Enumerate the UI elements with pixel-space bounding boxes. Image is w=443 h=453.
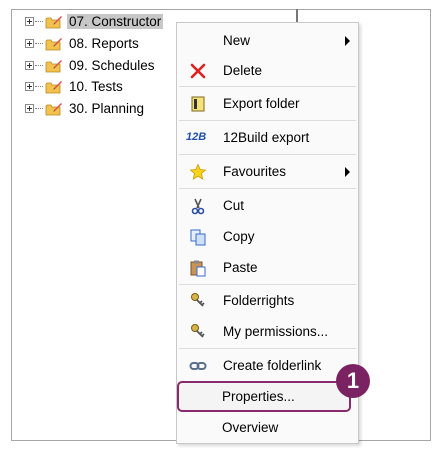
expand-icon[interactable] xyxy=(25,39,34,48)
tree-connector xyxy=(35,21,43,22)
menu-item-label: My permissions... xyxy=(223,324,329,339)
menu-separator xyxy=(179,120,356,121)
folder-with-pencil-icon xyxy=(45,60,62,73)
menu-item-cut[interactable]: Cut xyxy=(177,190,358,222)
tree-item-label: 08. Reports xyxy=(69,36,139,51)
expand-icon[interactable] xyxy=(25,17,34,26)
tree-connector xyxy=(35,65,43,66)
menu-item-label: Folderrights xyxy=(223,293,295,308)
menu-item-label: Paste xyxy=(223,260,258,275)
menu-item-paste[interactable]: Paste xyxy=(177,252,358,284)
tree-item-label: 07. Constructor xyxy=(67,14,164,29)
paste-icon xyxy=(190,260,206,277)
menu-item-export-folder[interactable]: Export folder xyxy=(177,88,358,120)
menu-item-new[interactable]: New xyxy=(177,25,358,57)
menu-item-label: Export folder xyxy=(223,96,300,111)
submenu-arrow-icon xyxy=(345,36,350,46)
menu-item-copy[interactable]: Copy xyxy=(177,221,358,253)
menu-separator xyxy=(179,348,356,349)
red-x-icon xyxy=(190,63,206,79)
tree-item-label: 30. Planning xyxy=(69,101,145,116)
menu-separator xyxy=(179,188,356,189)
menu-item-favourites[interactable]: Favourites xyxy=(177,156,358,188)
menu-item-my-permissions[interactable]: My permissions... xyxy=(177,316,358,348)
12build-logo-icon: 12B xyxy=(186,131,207,143)
menu-item-label: New xyxy=(223,33,251,48)
menu-item-label: Delete xyxy=(223,63,263,78)
menu-item-label: Create folderlink xyxy=(223,358,322,373)
link-icon xyxy=(189,362,207,370)
menu-item-delete[interactable]: Delete xyxy=(177,55,358,87)
menu-item-label: Overview xyxy=(222,420,279,435)
folder-with-pencil-icon xyxy=(45,81,62,94)
scrollbar-edge[interactable] xyxy=(296,9,298,23)
copy-icon xyxy=(190,229,206,246)
expand-icon[interactable] xyxy=(25,61,34,70)
menu-separator xyxy=(179,154,356,155)
menu-item-overview[interactable]: Overview xyxy=(176,412,357,444)
menu-item-label: Cut xyxy=(223,198,245,213)
folder-with-pencil-icon xyxy=(45,38,62,51)
star-icon xyxy=(189,163,207,180)
menu-item-folderrights[interactable]: Folderrights xyxy=(177,285,358,317)
keys-icon xyxy=(191,324,205,338)
tree-connector xyxy=(35,108,43,109)
keys-icon xyxy=(191,293,205,307)
tree-item-label: 10. Tests xyxy=(69,79,123,94)
menu-item-label: 12Build export xyxy=(223,130,310,145)
menu-item-create-folderlink[interactable]: Create folderlink xyxy=(177,350,358,382)
menu-item-label: Properties... xyxy=(222,389,295,404)
folder-with-pencil-icon xyxy=(45,16,62,29)
menu-item-12build-export[interactable]: 12B 12Build export xyxy=(177,122,358,154)
submenu-arrow-icon xyxy=(345,167,350,177)
tree-connector xyxy=(35,43,43,44)
menu-item-label: Copy xyxy=(223,229,255,244)
menu-separator xyxy=(179,86,356,87)
menu-item-label: Favourites xyxy=(223,164,287,179)
expand-icon[interactable] xyxy=(25,82,34,91)
folder-with-pencil-icon xyxy=(45,103,62,116)
tree-item-label: 09. Schedules xyxy=(69,58,155,73)
scissors-icon xyxy=(191,198,205,215)
export-folder-icon xyxy=(191,96,205,112)
tree-connector xyxy=(35,86,43,87)
expand-icon[interactable] xyxy=(25,104,34,113)
step-number-badge: 1 xyxy=(336,364,370,398)
menu-item-properties[interactable]: Properties... xyxy=(176,381,357,413)
